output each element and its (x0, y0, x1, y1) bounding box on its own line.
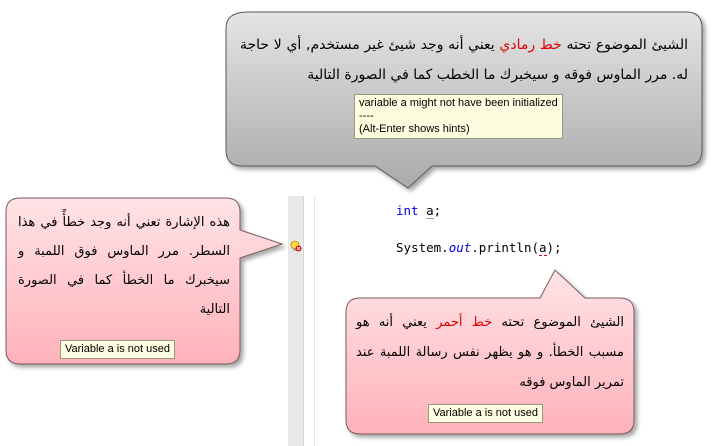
hint-tooltip: variable a might not have been initializ… (354, 94, 563, 139)
code-unused-variable[interactable]: a (426, 203, 434, 219)
hint-tooltip-line: variable a might not have been initializ… (359, 97, 558, 109)
right-callout-highlight: خط أحمر (436, 315, 493, 330)
right-callout-text-a: الشيئ الموضوع تحته (501, 315, 624, 330)
editor-gutter (288, 196, 304, 446)
hint-tooltip-line: ---- (359, 110, 374, 122)
right-callout-text-b: يعني أنه (378, 315, 427, 330)
code-line-println[interactable]: System.out.println(a); (396, 240, 562, 256)
top-callout-text: الشيئ الموضوع تحته خط رمادي يعني أنه وجد… (240, 30, 688, 90)
top-callout-highlight: خط رمادي (499, 37, 562, 53)
right-callout-text: الشيئ الموضوع تحته خط أحمر يعني أنه هو م… (356, 308, 624, 398)
code-error-argument[interactable]: a (539, 240, 547, 256)
code-line-declaration[interactable]: int a; (396, 203, 442, 219)
top-callout-text-b: يعني أنه وجد شيئ غير مستخدم, أي (286, 37, 495, 53)
left-callout-text: هذه الإشارة تعني أنه وجد خطأً في هذا الس… (18, 215, 230, 317)
left-tooltip: Variable a is not used (60, 340, 175, 359)
code-keyword: int (396, 203, 419, 218)
editor-margin-line (314, 196, 315, 446)
code-object: System. (396, 240, 449, 255)
top-callout-text-a: الشيئ الموضوع تحته (566, 37, 689, 53)
code-call: .println( (471, 240, 539, 255)
code-call-end: ); (546, 240, 562, 255)
code-field: out (448, 240, 472, 255)
right-tooltip: Variable a is not used (428, 404, 543, 423)
hint-tooltip-line: (Alt-Enter shows hints) (359, 123, 470, 135)
code-semicolon: ; (433, 203, 442, 218)
warning-bulb-icon[interactable] (290, 240, 302, 252)
